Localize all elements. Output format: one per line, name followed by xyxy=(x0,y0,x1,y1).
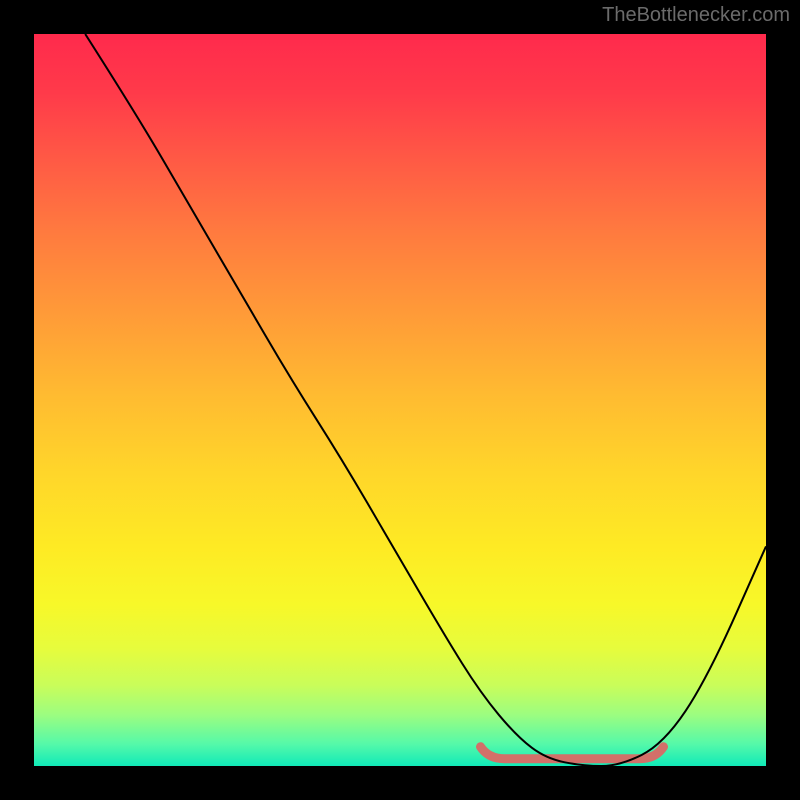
chart-container: TheBottlenecker.com xyxy=(0,0,800,800)
bottleneck-curve xyxy=(85,34,766,766)
source-credit: TheBottlenecker.com xyxy=(602,4,790,27)
plot-area xyxy=(34,34,766,766)
curve-layer xyxy=(34,34,766,766)
